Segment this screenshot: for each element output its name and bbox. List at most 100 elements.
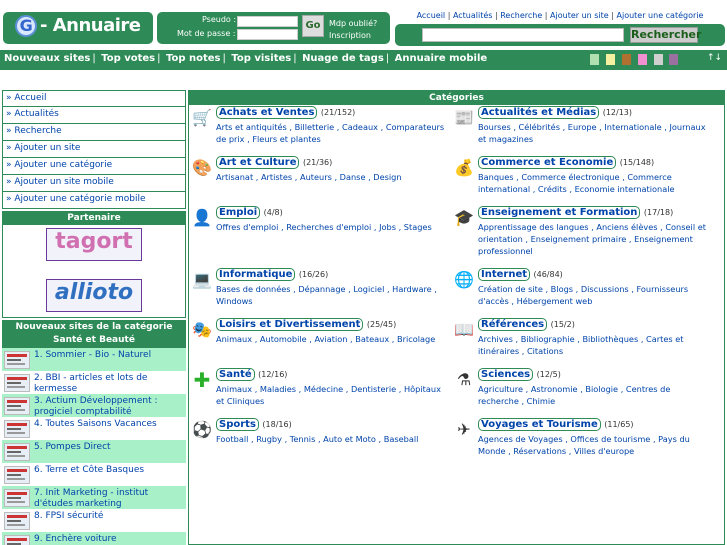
category-title[interactable]: Informatique (16/26): [216, 268, 328, 281]
new-site-item[interactable]: 9. Enchère voiture: [2, 532, 186, 545]
search-input[interactable]: [422, 28, 624, 42]
category-subcategories[interactable]: Offres d'emploi , Recherches d'emploi , …: [216, 221, 451, 233]
toplink-accueil[interactable]: Accueil: [417, 11, 446, 20]
category-title[interactable]: Enseignement et Formation (17/18): [478, 206, 673, 219]
new-site-label[interactable]: 5. Pompes Direct: [34, 442, 184, 453]
category-title[interactable]: Voyages et Tourisme (11/65): [478, 418, 634, 431]
category-subcategories[interactable]: Artisanat , Artistes , Auteurs , Danse ,…: [216, 171, 451, 183]
subcategory-links[interactable]: Agences de Voyages , Offices de tourisme…: [478, 434, 690, 456]
category-subcategories[interactable]: Football , Rugby , Tennis , Auto et Moto…: [216, 433, 451, 445]
partner-banner-tagort[interactable]: tagort: [46, 228, 142, 261]
signup-link[interactable]: Inscription: [329, 31, 371, 40]
category-name-link[interactable]: Sciences: [478, 368, 534, 381]
theme-swatch-2[interactable]: [605, 54, 615, 65]
site-logo[interactable]: G- Annuaire: [15, 15, 141, 37]
category-name-link[interactable]: Loisirs et Divertissement: [216, 318, 364, 331]
category-name-link[interactable]: Commerce et Economie: [478, 156, 617, 169]
category-title[interactable]: Loisirs et Divertissement (25/45): [216, 318, 396, 331]
nav-nuage-tags[interactable]: Nuage de tags: [302, 53, 384, 64]
category-name-link[interactable]: Emploi: [216, 206, 261, 219]
site-thumbnail[interactable]: [4, 443, 30, 461]
category-title[interactable]: Références (15/2): [478, 318, 575, 331]
password-input[interactable]: [237, 29, 298, 40]
site-thumbnail[interactable]: [4, 512, 30, 530]
toplink-recherche[interactable]: Recherche: [500, 11, 542, 20]
category-subcategories[interactable]: Agences de Voyages , Offices de tourisme…: [478, 433, 713, 457]
sidebar-item-accueil[interactable]: » Accueil: [2, 90, 186, 107]
partner-banner-allioto[interactable]: allioto: [46, 279, 142, 312]
new-site-item[interactable]: 1. Sommier - Bio - Naturel: [2, 348, 186, 371]
category-name-link[interactable]: Informatique: [216, 268, 296, 281]
subcategory-links[interactable]: Animaux , Maladies , Médecine , Dentiste…: [216, 384, 441, 406]
logo-box[interactable]: G- Annuaire: [3, 12, 153, 44]
category-subcategories[interactable]: Bourses , Célébrités , Europe , Internat…: [478, 121, 713, 145]
sidebar-item-recherche[interactable]: » Recherche: [2, 124, 186, 141]
site-thumbnail[interactable]: [4, 535, 30, 545]
new-site-label[interactable]: 4. Toutes Saisons Vacances: [34, 419, 184, 430]
category-title[interactable]: Art et Culture (21/36): [216, 156, 332, 169]
new-site-label[interactable]: 1. Sommier - Bio - Naturel: [34, 350, 184, 361]
subcategory-links[interactable]: Agriculture , Astronomie , Biologie , Ce…: [478, 384, 670, 406]
toplink-ajouter-site[interactable]: Ajouter un site: [550, 11, 609, 20]
new-site-label[interactable]: 2. BBI - articles et lots de kermesse: [34, 373, 184, 395]
sort-arrows-icon[interactable]: ↑↓: [707, 53, 722, 63]
subcategory-links[interactable]: Création de site , Blogs , Discussions ,…: [478, 284, 688, 306]
theme-swatch-3[interactable]: [621, 54, 631, 65]
site-thumbnail[interactable]: [4, 374, 30, 392]
theme-swatch-4[interactable]: [637, 54, 647, 65]
site-thumbnail[interactable]: [4, 489, 30, 507]
category-name-link[interactable]: Internet: [478, 268, 531, 281]
new-site-label[interactable]: 3. Actium Développement : progiciel comp…: [34, 396, 184, 418]
toplink-actualites[interactable]: Actualités: [453, 11, 493, 20]
category-subcategories[interactable]: Bases de données , Dépannage , Logiciel …: [216, 283, 451, 307]
subcategory-links[interactable]: Bourses , Célébrités , Europe , Internat…: [478, 122, 706, 144]
subcategory-links[interactable]: Animaux , Automobile , Aviation , Bateau…: [216, 334, 435, 344]
nav-top-votes[interactable]: Top votes: [101, 53, 155, 64]
toplink-ajouter-categorie[interactable]: Ajouter une catégorie: [617, 11, 704, 20]
category-title[interactable]: Santé (12/16): [216, 368, 287, 381]
nav-annuaire-mobile[interactable]: Annuaire mobile: [395, 53, 488, 64]
category-subcategories[interactable]: Archives , Bibliographie , Bibliothèques…: [478, 333, 713, 357]
category-title[interactable]: Commerce et Economie (15/148): [478, 156, 654, 169]
category-subcategories[interactable]: Animaux , Maladies , Médecine , Dentiste…: [216, 383, 451, 407]
new-site-label[interactable]: 8. FPSI sécurité: [34, 511, 184, 522]
category-title[interactable]: Sports (18/16): [216, 418, 292, 431]
sidebar-item-actualites[interactable]: » Actualités: [2, 107, 186, 124]
new-site-item[interactable]: 2. BBI - articles et lots de kermesse: [2, 371, 186, 394]
subcategory-links[interactable]: Football , Rugby , Tennis , Auto et Moto…: [216, 434, 418, 444]
category-name-link[interactable]: Sports: [216, 418, 259, 431]
category-name-link[interactable]: Références: [478, 318, 548, 331]
nav-nouveaux-sites[interactable]: Nouveaux sites: [4, 53, 90, 64]
category-title[interactable]: Sciences (12/5): [478, 368, 561, 381]
new-site-item[interactable]: 7. Init Marketing - institut d'études ma…: [2, 486, 186, 509]
new-site-label[interactable]: 7. Init Marketing - institut d'études ma…: [34, 488, 184, 510]
nav-top-visites[interactable]: Top visites: [231, 53, 291, 64]
search-button[interactable]: Rechercher: [630, 27, 701, 43]
forgot-password-link[interactable]: Mdp oublié?: [329, 19, 377, 28]
category-name-link[interactable]: Art et Culture: [216, 156, 300, 169]
category-subcategories[interactable]: Animaux , Automobile , Aviation , Bateau…: [216, 333, 451, 345]
category-title[interactable]: Achats et Ventes (21/152): [216, 106, 355, 119]
category-subcategories[interactable]: Agriculture , Astronomie , Biologie , Ce…: [478, 383, 713, 407]
subcategory-links[interactable]: Offres d'emploi , Recherches d'emploi , …: [216, 222, 432, 232]
new-site-item[interactable]: 4. Toutes Saisons Vacances: [2, 417, 186, 440]
subcategory-links[interactable]: Bases de données , Dépannage , Logiciel …: [216, 284, 437, 306]
subcategory-links[interactable]: Artisanat , Artistes , Auteurs , Danse ,…: [216, 172, 402, 182]
site-thumbnail[interactable]: [4, 351, 30, 369]
login-go-button[interactable]: Go: [302, 15, 324, 37]
subcategory-links[interactable]: Banques , Commerce électronique , Commer…: [478, 172, 675, 194]
site-thumbnail[interactable]: [4, 397, 30, 415]
category-name-link[interactable]: Achats et Ventes: [216, 106, 318, 119]
category-title[interactable]: Actualités et Médias (12/13): [478, 106, 632, 119]
category-title[interactable]: Emploi (4/8): [216, 206, 283, 219]
category-subcategories[interactable]: Arts et antiquités , Billetterie , Cadea…: [216, 121, 451, 145]
category-name-link[interactable]: Santé: [216, 368, 255, 381]
subcategory-links[interactable]: Apprentissage des langues , Anciens élèv…: [478, 222, 706, 256]
sidebar-item-ajouter-site[interactable]: » Ajouter un site: [2, 141, 186, 158]
new-site-item[interactable]: 6. Terre et Côte Basques: [2, 463, 186, 486]
sidebar-item-ajouter-categorie-mobile[interactable]: » Ajouter une catégorie mobile: [2, 192, 186, 209]
new-site-item[interactable]: 8. FPSI sécurité: [2, 509, 186, 532]
theme-swatch-5[interactable]: [653, 54, 663, 65]
new-site-label[interactable]: 9. Enchère voiture: [34, 534, 184, 545]
category-name-link[interactable]: Enseignement et Formation: [478, 206, 641, 219]
